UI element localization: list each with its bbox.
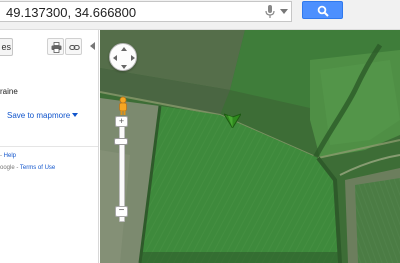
pan-control[interactable] — [109, 43, 137, 71]
more-label: more — [52, 111, 71, 120]
pegman-icon[interactable] — [116, 96, 130, 116]
save-to-map-link[interactable]: Save to map — [7, 111, 52, 120]
footer-copyright: oogle — [0, 165, 15, 171]
address-text: raine — [0, 87, 18, 96]
panel-divider — [0, 146, 98, 147]
zoom-in-button[interactable]: + — [115, 116, 128, 127]
search-button[interactable] — [302, 1, 343, 19]
top-search-bar — [0, 0, 400, 30]
maps-window: es raine Save to map more - Help oogle - — [0, 0, 400, 263]
print-icon — [51, 42, 62, 53]
footer-separator: - — [16, 165, 19, 171]
terms-of-use-link[interactable]: Terms of Use — [20, 165, 55, 171]
pan-arrows-icon — [113, 47, 135, 69]
satellite-imagery — [100, 30, 400, 263]
satellite-map[interactable]: + − — [100, 30, 400, 263]
zoom-out-button[interactable]: − — [115, 206, 128, 217]
footer-line-1: - Help — [0, 153, 16, 159]
location-marker-icon[interactable] — [224, 109, 241, 128]
panel-tab[interactable]: es — [0, 38, 13, 56]
print-button[interactable] — [47, 38, 64, 55]
more-menu-link[interactable]: more — [52, 111, 79, 120]
search-icon — [317, 5, 329, 17]
link-button[interactable] — [65, 38, 82, 55]
left-panel: es raine Save to map more - Help oogle - — [0, 30, 99, 263]
footer-separator: - — [0, 153, 2, 159]
microphone-icon[interactable] — [265, 5, 275, 19]
search-input[interactable] — [6, 3, 256, 21]
zoom-slider-handle[interactable] — [114, 138, 128, 145]
help-link[interactable]: Help — [4, 153, 16, 159]
triangle-down-icon — [72, 113, 79, 117]
link-icon — [69, 44, 80, 51]
collapse-panel-arrow-icon[interactable] — [90, 42, 95, 50]
footer-line-2: oogle - Terms of Use — [0, 165, 55, 171]
search-box — [0, 1, 292, 22]
chevron-down-icon[interactable] — [280, 7, 288, 15]
